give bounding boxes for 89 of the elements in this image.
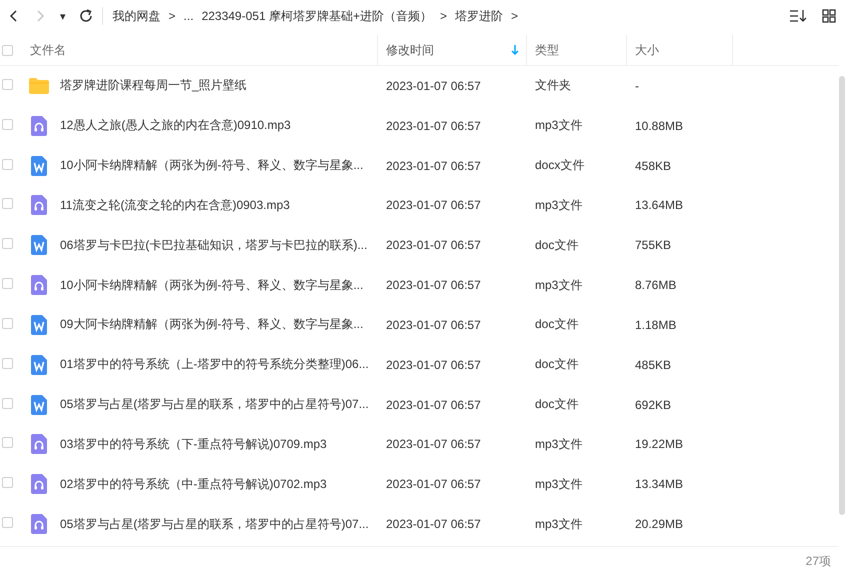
audio-file-icon [31, 275, 47, 296]
file-type: mp3文件 [534, 436, 584, 453]
file-name[interactable]: 01塔罗中的符号系统（上-塔罗中的符号系统分类整理)06... [60, 356, 369, 374]
breadcrumb-item[interactable]: > [440, 9, 447, 23]
audio-file-icon [31, 195, 47, 216]
checkbox[interactable] [2, 198, 13, 210]
modified-time: 2023-01-07 06:57 [385, 118, 482, 133]
checkbox[interactable] [2, 278, 13, 290]
column-header[interactable]: 大小 [635, 42, 659, 58]
file-name[interactable]: 03塔罗中的符号系统（下-重点符号解说)0709.mp3 [60, 436, 327, 453]
breadcrumb-item[interactable]: > [168, 9, 176, 23]
file-size: 20.29MB [634, 517, 684, 532]
file-type: doc文件 [534, 396, 580, 414]
audio-file-icon [31, 514, 47, 534]
modified-time: 2023-01-07 06:57 [385, 358, 482, 372]
file-name[interactable]: 10小阿卡纳牌精解（两张为例-符号、释义、数字与星象... [60, 276, 364, 294]
file-type: docx文件 [534, 157, 586, 174]
word-document-icon [31, 156, 47, 176]
file-size: 458KB [634, 158, 672, 173]
word-document-icon [31, 394, 47, 415]
file-name[interactable]: 05塔罗与占星(塔罗与占星的联系，塔罗中的占星符号)07... [60, 396, 369, 414]
checkbox[interactable] [2, 318, 13, 329]
file-type: doc文件 [534, 236, 580, 254]
file-size: - [634, 78, 640, 93]
modified-time: 2023-01-07 06:57 [385, 278, 482, 292]
modified-time: 2023-01-07 06:57 [385, 78, 482, 93]
checkbox[interactable] [2, 238, 13, 250]
audio-file-icon [31, 434, 47, 454]
checkbox[interactable] [2, 358, 13, 369]
column-header[interactable]: 文件名 [30, 42, 66, 58]
history-dropdown[interactable]: ▾ [56, 8, 70, 24]
file-size: 10.88MB [634, 118, 684, 133]
file-size: 19.22MB [634, 437, 684, 452]
folder-icon [28, 76, 50, 95]
checkbox[interactable] [2, 44, 13, 56]
file-name[interactable]: 塔罗牌进阶课程每周一节_照片壁纸 [60, 77, 247, 94]
file-name[interactable]: 06塔罗与卡巴拉(卡巴拉基础知识，塔罗与卡巴拉的联系)... [60, 236, 368, 254]
word-document-icon [31, 235, 47, 256]
file-type: mp3文件 [534, 276, 584, 294]
audio-file-icon [31, 474, 47, 494]
file-size: 1.18MB [634, 318, 678, 332]
modified-time: 2023-01-07 06:57 [385, 477, 482, 492]
file-size: 755KB [634, 238, 672, 252]
breadcrumb-item[interactable]: 我的网盘 [112, 8, 161, 24]
file-size: 13.64MB [634, 198, 684, 212]
file-size: 13.34MB [634, 477, 684, 492]
file-size: 485KB [634, 358, 672, 372]
audio-file-icon [31, 116, 47, 136]
checkbox[interactable] [2, 158, 13, 170]
file-name[interactable]: 09大阿卡纳牌精解（两张为例-符号、释义、数字与星象... [60, 316, 364, 334]
checkbox[interactable] [2, 398, 13, 409]
file-name[interactable]: 10小阿卡纳牌精解（两张为例-符号、释义、数字与星象... [60, 157, 364, 174]
checkbox[interactable] [2, 78, 13, 90]
file-type: mp3文件 [534, 516, 584, 533]
modified-time: 2023-01-07 06:57 [385, 158, 482, 173]
file-type: doc文件 [534, 356, 580, 374]
modified-time: 2023-01-07 06:57 [385, 198, 482, 212]
file-type: 文件夹 [534, 77, 572, 94]
refresh-icon [78, 8, 94, 24]
modified-time: 2023-01-07 06:57 [385, 517, 482, 532]
file-size: 692KB [634, 398, 672, 412]
item-count: 27项 [806, 552, 831, 570]
checkbox[interactable] [2, 517, 13, 528]
file-name[interactable]: 12愚人之旅(愚人之旅的内在含意)0910.mp3 [60, 117, 291, 134]
breadcrumb-item[interactable]: > [510, 9, 518, 23]
modified-time: 2023-01-07 06:57 [385, 437, 482, 452]
sort-down-icon [510, 44, 520, 56]
checkbox[interactable] [2, 477, 13, 488]
scrollbar-thumb[interactable] [839, 76, 845, 515]
modified-time: 2023-01-07 06:57 [385, 238, 482, 252]
file-name[interactable]: 11流变之轮(流变之轮的内在含意)0903.mp3 [60, 196, 290, 214]
file-name[interactable]: 05塔罗与占星(塔罗与占星的联系，塔罗中的占星符号)07... [60, 516, 369, 533]
file-type: mp3文件 [534, 196, 584, 214]
breadcrumb-item[interactable]: 223349-051 摩柯塔罗牌基础+进阶（音频） [202, 8, 432, 24]
column-header[interactable]: 类型 [535, 42, 559, 58]
column-header[interactable]: 修改时间 [386, 42, 434, 58]
checkbox[interactable] [2, 118, 13, 130]
file-size: 8.76MB [634, 278, 678, 292]
modified-time: 2023-01-07 06:57 [385, 398, 482, 412]
file-name[interactable]: 02塔罗中的符号系统（中-重点符号解说)0702.mp3 [60, 476, 327, 493]
breadcrumb-item[interactable]: ... [184, 9, 194, 23]
checkbox[interactable] [2, 437, 13, 448]
file-type: mp3文件 [534, 117, 584, 134]
word-document-icon [31, 314, 47, 335]
word-document-icon [31, 354, 47, 375]
breadcrumb-item[interactable]: 塔罗进阶 [454, 8, 503, 24]
modified-time: 2023-01-07 06:57 [385, 318, 482, 332]
file-type: mp3文件 [534, 476, 584, 493]
file-type: doc文件 [534, 316, 580, 334]
